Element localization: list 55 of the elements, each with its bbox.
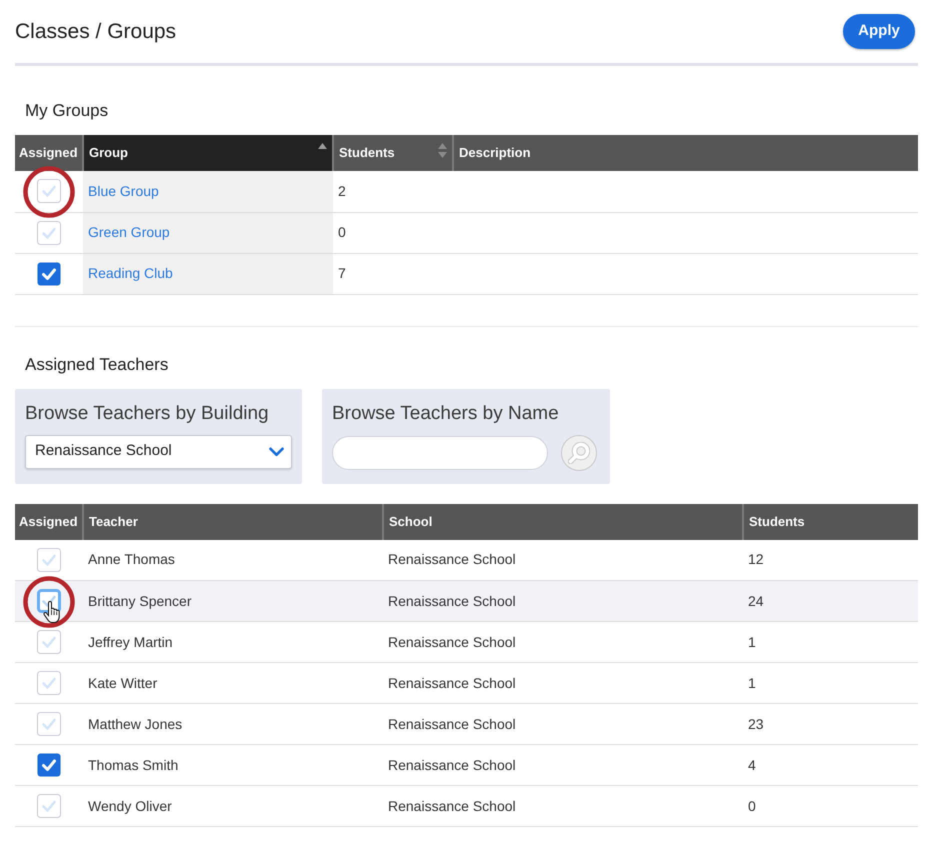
table-cell: Renaissance School <box>383 744 743 786</box>
checkbox[interactable] <box>37 630 61 654</box>
filter-label: Browse Teachers by Name <box>332 402 560 426</box>
checkbox[interactable] <box>37 548 61 572</box>
column-header: School <box>383 504 743 540</box>
filter-label: Browse Teachers by Building <box>25 402 270 426</box>
column-header[interactable]: Students <box>333 135 453 171</box>
table-cell: 1 <box>743 662 918 704</box>
column-header: Teacher <box>83 504 383 540</box>
table-cell: Renaissance School <box>383 662 743 704</box>
column-header: Assigned <box>15 504 83 540</box>
group-link[interactable]: Blue Group <box>88 182 159 199</box>
table-cell: Renaissance School <box>383 580 743 622</box>
checkbox[interactable] <box>37 712 61 736</box>
table-cell: Wendy Oliver <box>83 786 383 826</box>
column-header: Description <box>453 135 918 171</box>
table-cell: 24 <box>743 580 918 622</box>
table-cell: Jeffrey Martin <box>83 622 383 662</box>
chevron-down-icon <box>269 446 284 456</box>
checkbox[interactable] <box>37 671 61 695</box>
column-header: Students <box>743 504 918 540</box>
search-icon <box>568 442 590 464</box>
table-cell: Renaissance School <box>383 704 743 744</box>
table-cell: 7 <box>333 253 453 294</box>
sort-icon <box>438 143 447 158</box>
group-link[interactable]: Reading Club <box>88 265 173 281</box>
search-field[interactable] <box>332 436 548 470</box>
table-cell: Brittany Spencer <box>83 580 383 622</box>
checkbox[interactable] <box>37 220 61 244</box>
column-header[interactable]: Group <box>83 135 333 171</box>
table-cell: 1 <box>743 622 918 662</box>
checkbox[interactable] <box>37 179 61 204</box>
section-heading: My Groups <box>25 100 110 122</box>
table-cell: Kate Witter <box>83 662 383 704</box>
table-cell: 0 <box>743 786 918 826</box>
table-cell: Thomas Smith <box>83 744 383 786</box>
group-link[interactable]: Green Group <box>88 224 170 240</box>
column-header: Assigned <box>15 135 83 171</box>
table-cell: 23 <box>743 704 918 744</box>
checkbox[interactable] <box>37 794 61 818</box>
table-cell: Renaissance School <box>383 786 743 826</box>
checkbox[interactable] <box>37 753 61 777</box>
apply-button[interactable]: Apply <box>843 14 915 49</box>
section-heading: Assigned Teachers <box>25 354 170 376</box>
search-button[interactable] <box>561 434 597 470</box>
table-cell: 4 <box>743 744 918 786</box>
table-cell: Renaissance School <box>383 622 743 662</box>
checkbox[interactable] <box>37 589 61 613</box>
checkbox[interactable] <box>37 262 61 286</box>
table-cell: 0 <box>333 212 453 253</box>
page-title: Classes / Groups <box>15 18 176 44</box>
sort-ascending-icon <box>318 143 327 149</box>
building-select[interactable]: Renaissance School <box>25 434 292 468</box>
table-cell: 2 <box>333 171 453 212</box>
table-cell: Matthew Jones <box>83 704 383 744</box>
